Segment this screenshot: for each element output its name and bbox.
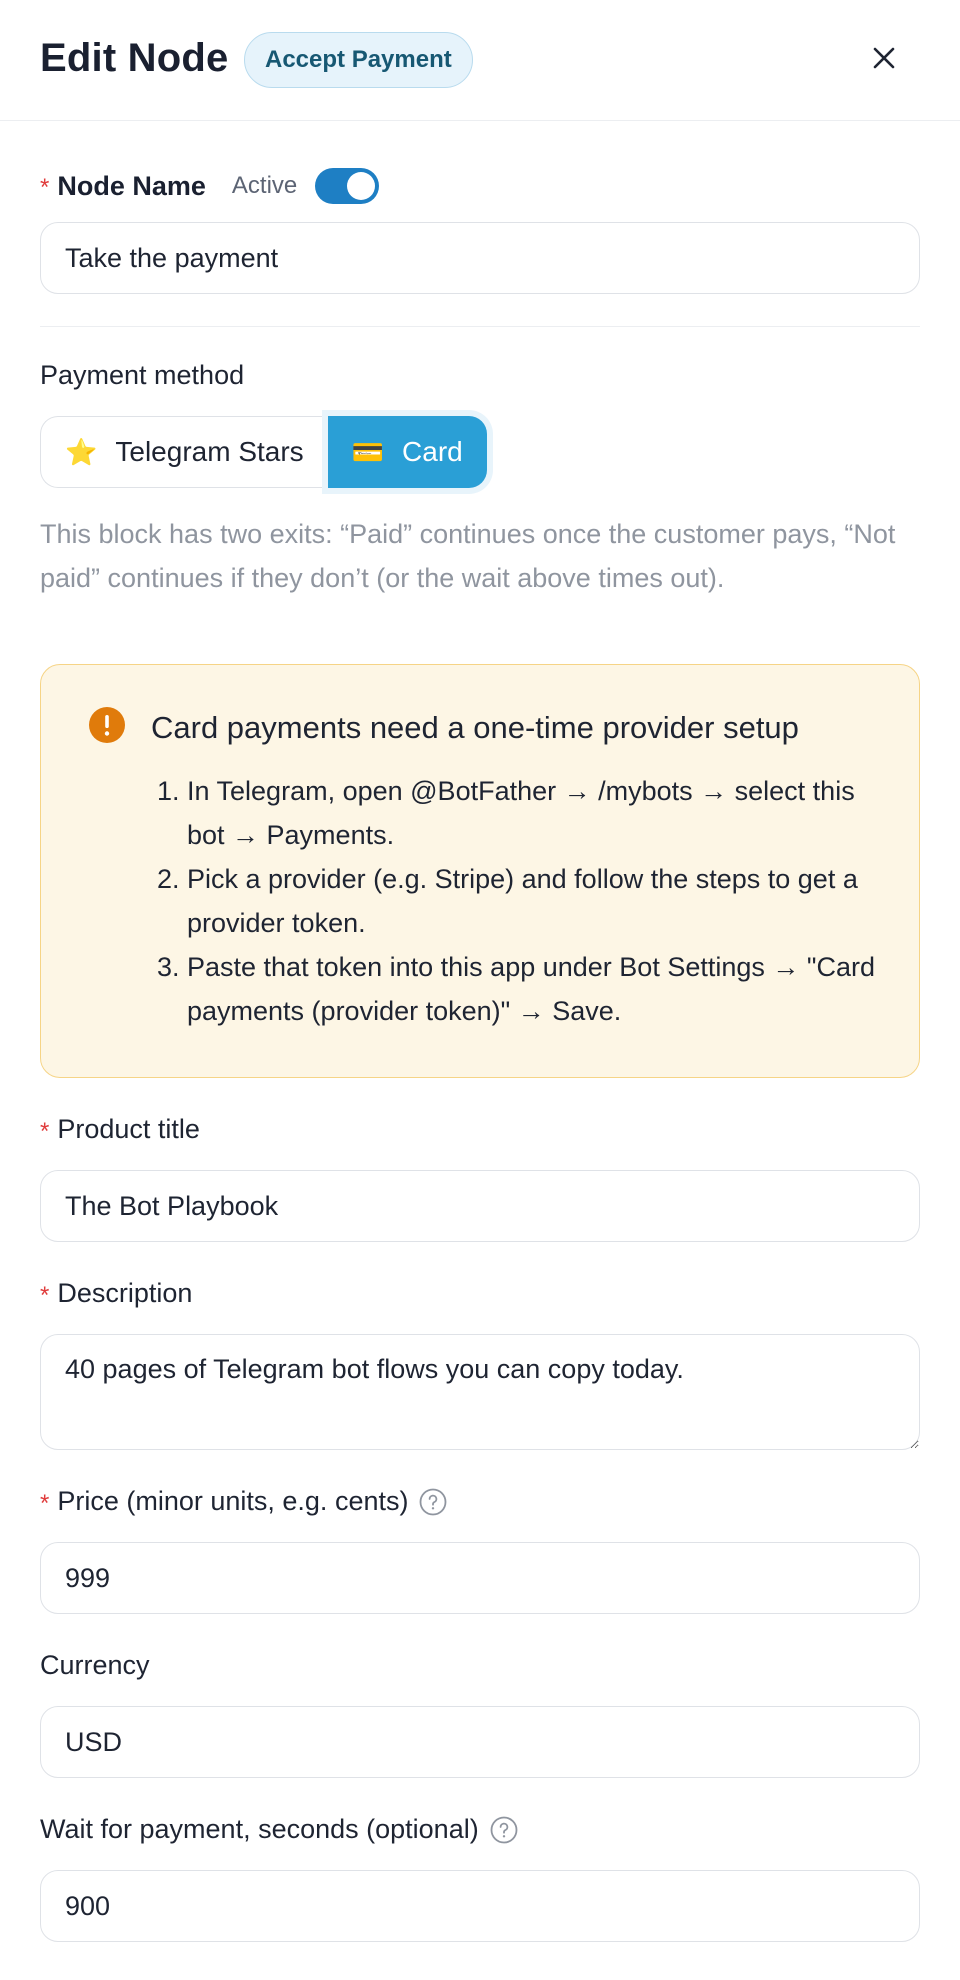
- divider: [40, 326, 920, 327]
- product-title-input[interactable]: [40, 1170, 920, 1242]
- description-label: * Description: [40, 1278, 192, 1309]
- required-marker: *: [40, 1117, 50, 1145]
- star-icon: ⭐: [65, 436, 98, 467]
- required-marker: *: [40, 174, 50, 201]
- option-telegram-stars[interactable]: ⭐ Telegram Stars: [40, 416, 328, 488]
- setup-steps: In Telegram, open @BotFather → /mybots →…: [187, 769, 887, 1033]
- description-label-text: Description: [57, 1278, 193, 1308]
- price-input[interactable]: [40, 1542, 920, 1614]
- wait-label: Wait for payment, seconds (optional): [40, 1814, 519, 1845]
- price-label: * Price (minor units, e.g. cents): [40, 1486, 448, 1517]
- price-label-text: Price (minor units, e.g. cents): [57, 1486, 409, 1516]
- alert-title: Card payments need a one-time provider s…: [151, 710, 799, 745]
- page-title: Edit Node: [40, 36, 229, 80]
- description-textarea[interactable]: 40 pages of Telegram bot flows you can c…: [40, 1334, 920, 1450]
- setup-step: Pick a provider (e.g. Stripe) and follow…: [187, 857, 887, 945]
- setup-step: Paste that token into this app under Bot…: [187, 945, 887, 1033]
- node-name-label: Node Name: [57, 170, 206, 201]
- wait-label-text: Wait for payment, seconds (optional): [40, 1814, 479, 1844]
- product-title-label: * Product title: [40, 1114, 200, 1145]
- exits-hint: This block has two exits: “Paid” continu…: [40, 519, 896, 593]
- active-label: Active: [231, 172, 298, 199]
- close-icon[interactable]: [862, 36, 906, 80]
- panel-header: Edit Node Accept Payment: [0, 0, 960, 121]
- warning-icon: [89, 707, 125, 743]
- required-marker: *: [40, 1489, 50, 1517]
- node-name-input[interactable]: [40, 222, 920, 294]
- option-card[interactable]: 💳 Card: [327, 416, 487, 488]
- currency-label-text: Currency: [40, 1650, 150, 1680]
- payment-method-label-text: Payment method: [40, 360, 245, 390]
- setup-step: In Telegram, open @BotFather → /mybots →…: [187, 769, 887, 857]
- toggle-knob: [347, 172, 376, 200]
- currency-label: Currency: [40, 1650, 150, 1681]
- payment-method-segment: ⭐ Telegram Stars 💳 Card: [40, 416, 487, 488]
- product-title-label-text: Product title: [57, 1114, 200, 1144]
- node-name-row: * Node Name Active: [40, 166, 380, 206]
- option-label: Card: [402, 436, 463, 467]
- node-type-badge: Accept Payment: [244, 32, 473, 88]
- currency-input[interactable]: [40, 1706, 920, 1778]
- help-icon[interactable]: [418, 1487, 448, 1517]
- provider-setup-alert: Card payments need a one-time provider s…: [40, 664, 920, 1078]
- payment-method-label: Payment method: [40, 360, 244, 391]
- help-icon[interactable]: [489, 1815, 519, 1845]
- required-marker: *: [40, 1281, 50, 1309]
- wait-seconds-input[interactable]: [40, 1870, 920, 1942]
- credit-card-icon: 💳: [351, 436, 385, 467]
- option-label: Telegram Stars: [115, 436, 304, 467]
- active-toggle[interactable]: [315, 168, 380, 204]
